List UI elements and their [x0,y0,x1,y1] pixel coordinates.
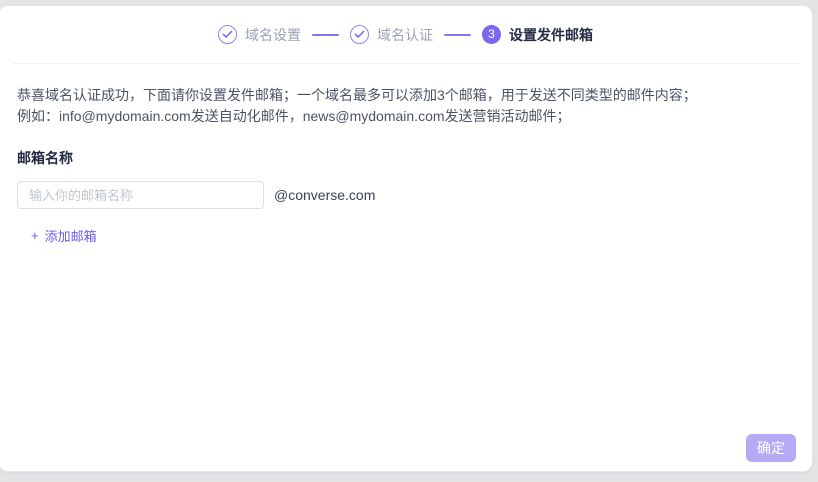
step-connector [312,34,339,36]
check-icon [354,30,365,39]
confirm-button[interactable]: 确定 [746,434,796,462]
step-number-badge: 3 [482,25,501,44]
step-label-sender-email: 设置发件邮箱 [509,25,593,45]
wizard-header: 域名设置 域名认证 3 设置发件邮箱 [0,6,812,63]
email-name-input[interactable] [17,181,264,209]
step-domain-verify: 域名认证 [350,25,433,45]
check-icon [222,30,233,39]
check-circle-icon [218,25,237,44]
intro-line-1: 恭喜域名认证成功，下面请你设置发件邮箱；一个域名最多可以添加3个邮箱，用于发送不… [17,85,794,106]
stepper: 域名设置 域名认证 3 设置发件邮箱 [218,25,593,45]
step-label-domain-verify: 域名认证 [377,25,433,45]
add-email-link[interactable]: + 添加邮箱 [31,226,97,245]
intro-line-2: 例如：info@mydomain.com发送自动化邮件，news@mydomai… [17,106,794,127]
email-input-row: @converse.com [17,181,794,209]
header-divider [12,63,799,64]
step-sender-email: 3 设置发件邮箱 [482,25,593,45]
check-circle-icon [350,25,369,44]
main-content: 恭喜域名认证成功，下面请你设置发件邮箱；一个域名最多可以添加3个邮箱，用于发送不… [0,63,812,245]
intro-text: 恭喜域名认证成功，下面请你设置发件邮箱；一个域名最多可以添加3个邮箱，用于发送不… [17,85,794,127]
domain-suffix: @converse.com [274,187,375,203]
email-name-label: 邮箱名称 [17,148,794,168]
step-domain-setup: 域名设置 [218,25,301,45]
setup-card: 域名设置 域名认证 3 设置发件邮箱 恭喜域名认证成功，下面请你设置发件邮箱；一… [0,5,813,472]
step-label-domain-setup: 域名设置 [245,25,301,45]
step-connector [444,34,471,36]
add-email-label: 添加邮箱 [45,226,97,245]
plus-icon: + [31,228,39,243]
